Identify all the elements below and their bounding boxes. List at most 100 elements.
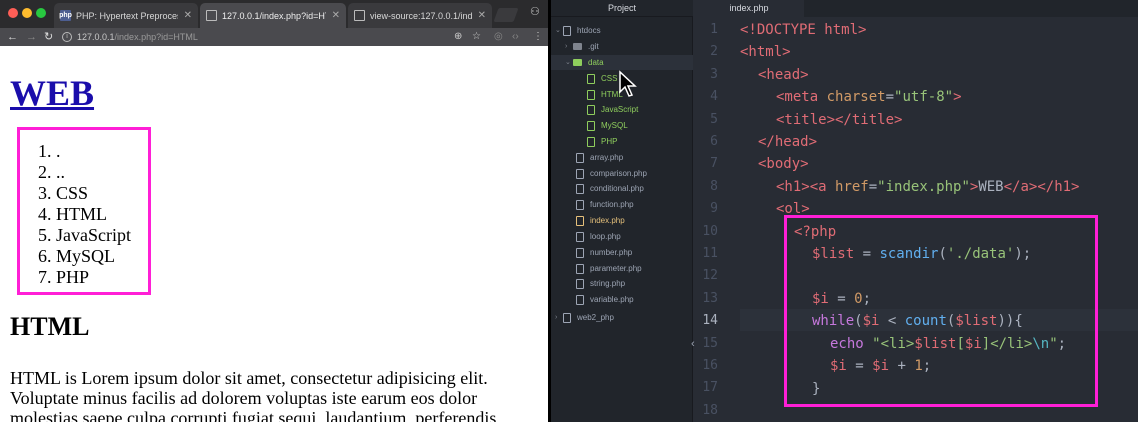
document-icon [206,10,217,21]
tree-label: conditional.php [590,184,644,193]
tree-label: index.php [590,216,625,225]
forward-icon[interactable]: → [26,30,37,44]
page-heading: WEB [10,72,94,114]
file-icon [587,120,595,131]
chevron-right-icon: › [565,43,568,50]
code-line-8: <h1><a href="index.php">WEB</a></h1> [776,179,1080,195]
tree-label: MySQL [601,121,628,130]
line-number: 1 [710,22,718,37]
file-icon [587,136,595,147]
close-tab-icon[interactable]: ✕ [184,10,192,21]
file-tab-index-php[interactable]: index.php [694,0,804,17]
tree-item-htdocs[interactable]: ⌄ htdocs [555,23,601,38]
maximize-window-button[interactable] [36,8,46,18]
extension-icon[interactable]: ◎ [494,30,503,44]
document-icon [354,10,365,21]
tree-item-comparison-php[interactable]: comparison.php [576,166,647,181]
repo-icon [563,312,571,323]
line-number: 11 [702,246,718,261]
chevron-down-icon: ⌄ [555,27,561,34]
tree-item-php[interactable]: PHP [587,134,617,149]
content-heading: HTML [10,312,90,341]
tree-item-number-php[interactable]: number.php [576,245,632,260]
line-number: 10 [702,223,718,239]
file-icon [576,168,584,179]
content-paragraph: HTML is Lorem ipsum dolor sit amet, cons… [10,368,497,422]
tree-label: htdocs [577,26,601,35]
url-host: 127.0.0.1 [77,32,115,42]
web-home-link[interactable]: WEB [10,73,94,113]
tree-item-data[interactable]: ⌄ data [565,55,604,70]
tree-item-mysql[interactable]: MySQL [587,118,628,133]
tree-item-index-php[interactable]: index.php [576,213,625,228]
tab-title: view-source:127.0.0.1/index.p [370,10,472,21]
line-number: 12 [702,268,718,284]
chevron-down-icon: ⌄ [565,59,571,66]
tree-label: .git [588,42,599,51]
code-line-2: <html> [740,44,791,60]
file-icon [576,294,584,305]
tree-label: CSS [601,74,618,83]
line-number: 8 [710,178,718,194]
tree-item-web2-php[interactable]: › web2_php [555,310,614,325]
line-number: 18 [702,402,718,418]
back-icon[interactable]: ← [7,30,18,44]
star-icon[interactable]: ☆ [472,30,481,44]
line-number: 3 [710,66,718,82]
code-line-7: <body> [758,156,809,172]
close-tab-icon[interactable]: ✕ [332,10,340,21]
close-window-button[interactable] [8,8,18,18]
tree-item-function-php[interactable]: function.php [576,197,634,212]
browser-tab-bar: php PHP: Hypertext Preprocessor ✕ 127.0.… [0,0,548,28]
code-extension-icon[interactable]: ‹› [512,30,519,44]
tree-label: function.php [590,200,634,209]
code-line-4: <meta charset="utf-8"> [776,89,962,105]
browser-window: php PHP: Hypertext Preprocessor ✕ 127.0.… [0,0,548,422]
reload-icon[interactable]: ↻ [44,30,53,44]
incognito-icon: ⚇ [530,6,540,18]
tree-item-variable-php[interactable]: variable.php [576,292,634,307]
menu-icon[interactable]: ⋮ [533,30,543,44]
tree-label: variable.php [590,295,634,304]
browser-tab-view-source[interactable]: view-source:127.0.0.1/index.p ✕ [348,3,492,28]
browser-tab-index[interactable]: 127.0.0.1/index.php?id=HTML ✕ [200,3,346,28]
tree-item-git[interactable]: › .git [565,39,599,54]
tree-item-loop-php[interactable]: loop.php [576,229,621,244]
repo-icon [563,25,571,36]
tree-item-string-php[interactable]: string.php [576,276,625,291]
tree-item-array-php[interactable]: array.php [576,150,623,165]
code-line-6: </head> [758,134,818,150]
close-tab-icon[interactable]: ✕ [478,10,486,21]
tab-title: PHP: Hypertext Preprocessor [76,10,178,21]
file-icon [576,183,584,194]
editor-tab-strip: index.php [694,0,1138,17]
tree-label: data [588,58,604,67]
code-line-3: <head> [758,67,809,83]
tree-label: number.php [590,248,633,257]
tree-item-conditional-php[interactable]: conditional.php [576,181,644,196]
line-number: 14 [702,313,718,329]
highlight-box-list [17,127,151,295]
project-sidebar: Project ⌄ htdocs › .git ⌄ data CSS HTML Jav… [551,0,693,422]
tree-item-javascript[interactable]: JavaScript [587,102,638,117]
tree-item-css[interactable]: CSS [587,71,617,86]
zoom-icon[interactable]: ⊕ [454,30,462,44]
info-icon[interactable]: i [62,32,72,42]
mouse-cursor-icon [619,70,637,97]
new-tab-button[interactable] [493,8,519,22]
line-number: 4 [710,89,718,105]
line-number: 13 [702,290,718,306]
line-number: 7 [710,156,718,172]
file-icon [576,231,584,242]
minimize-window-button[interactable] [22,8,32,18]
address-bar[interactable]: i 127.0.0.1/index.php?id=HTML [62,30,514,44]
tree-item-parameter-php[interactable]: parameter.php [576,261,642,276]
tree-label: parameter.php [590,264,642,273]
line-number: 6 [710,134,718,149]
tree-label: comparison.php [590,169,647,178]
code-line-5: <title></title> [776,112,903,128]
tree-label: JavaScript [601,105,639,114]
file-icon [587,89,595,100]
browser-tab-php[interactable]: php PHP: Hypertext Preprocessor ✕ [54,3,198,28]
tree-label: PHP [601,137,618,146]
